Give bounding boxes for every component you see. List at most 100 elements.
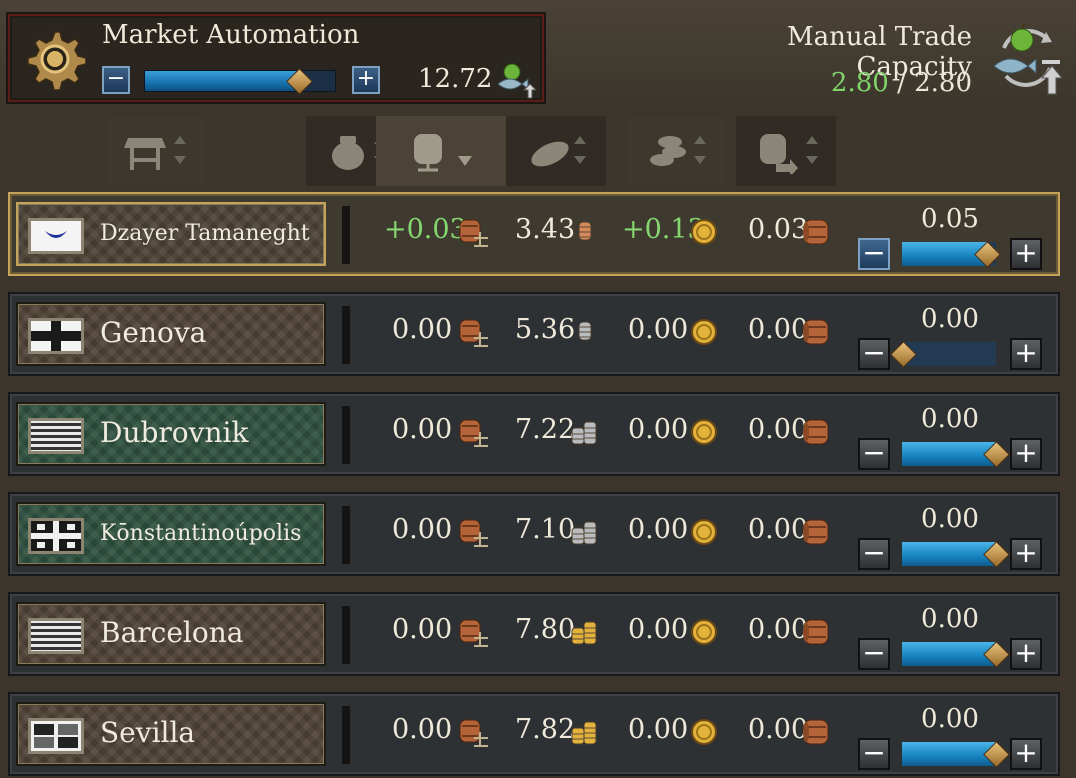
plus-icon: + bbox=[1014, 736, 1038, 769]
trade-amount-value: 0.00 bbox=[921, 604, 979, 634]
barrel-icon bbox=[800, 716, 832, 752]
separator-bar bbox=[342, 206, 350, 264]
price-coin-icon bbox=[576, 318, 594, 348]
plus-icon: + bbox=[356, 66, 376, 91]
barrel-icon bbox=[800, 516, 832, 552]
trade-slider[interactable] bbox=[902, 441, 1010, 468]
increase-button[interactable]: + bbox=[1010, 238, 1042, 270]
increase-button[interactable]: + bbox=[1010, 538, 1042, 570]
minus-icon: − bbox=[862, 436, 886, 469]
profit-value: 0.00 bbox=[628, 314, 689, 345]
gold-coin-icon bbox=[690, 218, 718, 250]
sort-arrows-icon bbox=[174, 136, 186, 164]
barrel-icon bbox=[800, 316, 832, 352]
grain-sack-icon bbox=[332, 136, 364, 170]
sort-arrows-icon bbox=[574, 136, 586, 164]
market-row[interactable]: Dubrovnik 0.00 7.22 0.00 0.00 0.00 − + bbox=[8, 392, 1060, 476]
trade-control: 0.00 − + bbox=[840, 494, 1060, 574]
automation-decrease-button[interactable]: − bbox=[102, 66, 130, 94]
minus-icon: − bbox=[862, 236, 886, 269]
market-name: Genova bbox=[100, 316, 207, 349]
coins-icon bbox=[650, 136, 686, 166]
market-row[interactable]: Sevilla 0.00 7.82 0.00 0.00 0.00 − + bbox=[8, 692, 1060, 776]
market-name-box[interactable]: Dzayer Tamaneght bbox=[16, 202, 326, 266]
trade-slider[interactable] bbox=[902, 241, 1001, 268]
trade-slider[interactable] bbox=[902, 641, 1010, 668]
decrease-button[interactable]: − bbox=[858, 638, 890, 670]
automation-slider[interactable] bbox=[144, 68, 336, 95]
increase-button[interactable]: + bbox=[1010, 638, 1042, 670]
market-row[interactable]: Dzayer Tamaneght +0.03 3.43 +0.13 0.03 0… bbox=[8, 192, 1060, 276]
gear-icon[interactable] bbox=[24, 28, 87, 91]
fish-apple-upload-icon bbox=[494, 60, 538, 102]
market-stall-icon bbox=[124, 138, 166, 170]
plus-icon: + bbox=[1014, 336, 1038, 369]
increase-button[interactable]: + bbox=[1010, 738, 1042, 770]
flag-icon bbox=[28, 618, 84, 654]
market-row[interactable]: Genova 0.00 5.36 0.00 0.00 0.00 − + bbox=[8, 292, 1060, 376]
minus-icon: − bbox=[862, 536, 886, 569]
market-name-box[interactable]: Kōnstantinoúpolis bbox=[16, 502, 326, 566]
trade-amount-value: 0.05 bbox=[921, 204, 979, 234]
gold-coin-icon bbox=[690, 318, 718, 350]
column-header-balance[interactable] bbox=[376, 116, 506, 186]
trade-control: 0.00 − + bbox=[840, 594, 1060, 674]
decrease-button[interactable]: − bbox=[858, 338, 890, 370]
flag-icon bbox=[28, 318, 84, 354]
balance-value: 0.00 bbox=[392, 314, 453, 345]
increase-button[interactable]: + bbox=[1010, 338, 1042, 370]
bread-icon bbox=[531, 141, 569, 167]
separator-bar bbox=[342, 306, 350, 364]
automation-increase-button[interactable]: + bbox=[352, 66, 380, 94]
market-row[interactable]: Kōnstantinoúpolis 0.00 7.10 0.00 0.00 0.… bbox=[8, 492, 1060, 576]
trade-slider[interactable] bbox=[902, 741, 1010, 768]
separator-bar bbox=[342, 506, 350, 564]
market-name-box[interactable]: Sevilla bbox=[16, 702, 326, 766]
flag-icon bbox=[28, 418, 84, 454]
profit-value: 0.00 bbox=[628, 714, 689, 745]
trade-control: 0.00 − + bbox=[840, 694, 1060, 774]
plus-icon: + bbox=[1014, 636, 1038, 669]
plus-icon: + bbox=[1014, 236, 1038, 269]
apple-fish-transfer-icon bbox=[990, 22, 1070, 102]
decrease-button[interactable]: − bbox=[858, 438, 890, 470]
column-header-price[interactable] bbox=[506, 116, 606, 186]
market-name-box[interactable]: Genova bbox=[16, 302, 326, 366]
decrease-button[interactable]: − bbox=[858, 738, 890, 770]
flag-icon bbox=[28, 518, 84, 554]
plus-icon: + bbox=[1014, 436, 1038, 469]
decrease-button[interactable]: − bbox=[858, 238, 890, 270]
barrel-icon bbox=[800, 416, 832, 452]
market-name: Kōnstantinoúpolis bbox=[100, 521, 302, 546]
trade-slider[interactable] bbox=[902, 541, 1010, 568]
trade-amount-value: 0.00 bbox=[921, 404, 979, 434]
trade-slider-handle[interactable] bbox=[890, 341, 917, 368]
balance-value: 0.00 bbox=[392, 714, 453, 745]
market-name-box[interactable]: Dubrovnik bbox=[16, 402, 326, 466]
trade-control: 0.05 − + bbox=[840, 194, 1060, 274]
trade-amount-value: 0.00 bbox=[921, 704, 979, 734]
balance-value: 0.00 bbox=[392, 414, 453, 445]
capacity-current: 2.80 bbox=[830, 68, 889, 98]
market-name: Dubrovnik bbox=[100, 416, 249, 449]
price-value: 3.43 bbox=[515, 214, 576, 245]
balance-value: 0.00 bbox=[392, 514, 453, 545]
barrel-scale-icon bbox=[458, 416, 490, 452]
column-header-profit[interactable] bbox=[626, 116, 726, 186]
profit-value: 0.00 bbox=[628, 514, 689, 545]
minus-icon: − bbox=[106, 66, 126, 91]
column-header-volume[interactable] bbox=[736, 116, 836, 186]
trade-amount-value: 0.00 bbox=[921, 504, 979, 534]
barrel-scale-icon bbox=[458, 716, 490, 752]
flag-icon bbox=[28, 718, 84, 754]
balance-value: +0.03 bbox=[384, 214, 467, 245]
trade-slider[interactable] bbox=[890, 341, 996, 368]
market-name-box[interactable]: Barcelona bbox=[16, 602, 326, 666]
market-row[interactable]: Barcelona 0.00 7.80 0.00 0.00 0.00 − + bbox=[8, 592, 1060, 676]
column-header-market[interactable] bbox=[106, 116, 206, 186]
top-bar: Market Automation − + 12.72 Manual Trade… bbox=[0, 0, 1076, 112]
decrease-button[interactable]: − bbox=[858, 538, 890, 570]
barrel-icon bbox=[800, 216, 832, 252]
increase-button[interactable]: + bbox=[1010, 438, 1042, 470]
market-name: Sevilla bbox=[100, 716, 196, 749]
